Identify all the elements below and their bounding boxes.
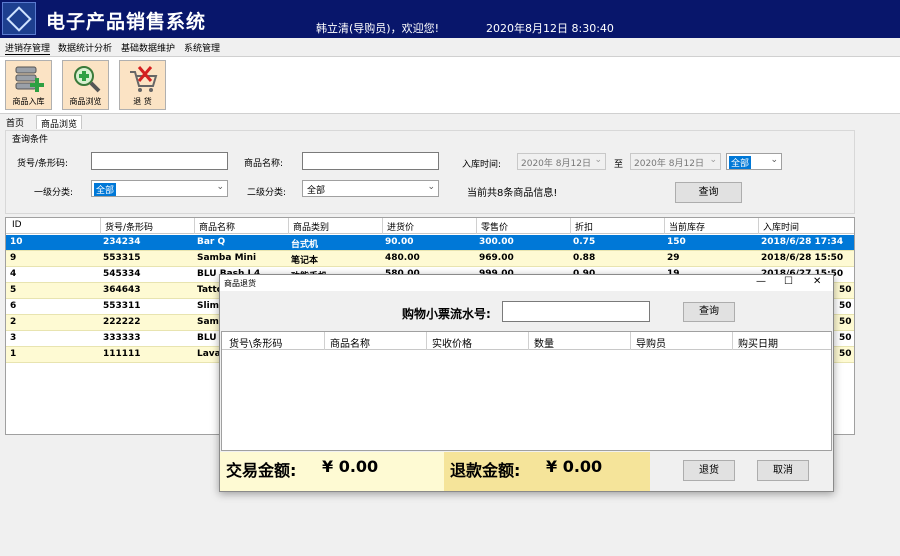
product-browse-icon: [74, 66, 101, 93]
maximize-icon[interactable]: ☐: [784, 276, 793, 287]
return-goods-label: 退 货: [133, 97, 152, 106]
col-salesperson[interactable]: 导购员: [636, 335, 666, 350]
chevron-down-icon: ⌄: [770, 155, 778, 165]
col-price[interactable]: 零售价: [481, 220, 508, 233]
tab-strip: 首页 商品浏览: [0, 115, 900, 130]
col-date[interactable]: 入库时间: [763, 220, 799, 233]
menu-inventory[interactable]: 进销存管理: [5, 41, 51, 55]
current-datetime: 2020年8月12日 8:30:40: [486, 22, 614, 35]
refund-amount-value: ¥ 0.00: [546, 457, 603, 476]
toolbar: 商品入库 商品浏览 退 货: [0, 56, 900, 114]
refund-amount-box: 退款金额: ¥ 0.00: [444, 452, 650, 491]
trade-amount-value: ¥ 0.00: [322, 457, 379, 476]
time-range-value: 全部: [729, 156, 752, 169]
menu-base-data[interactable]: 基础数据维护: [121, 41, 175, 54]
return-button[interactable]: 退货: [683, 460, 735, 481]
product-stock-in-icon: [15, 66, 44, 92]
col-discount[interactable]: 折扣: [575, 220, 593, 233]
col-quantity[interactable]: 数量: [534, 335, 554, 350]
product-count-text: 当前共8条商品信息!: [467, 188, 558, 199]
stock-in-label: 商品入库: [12, 97, 45, 106]
dialog-footer: 交易金额: ¥ 0.00 退款金额: ¥ 0.00 退货 取消: [220, 452, 833, 491]
dialog-title: 商品退货: [224, 279, 256, 288]
table-row[interactable]: 9 553315 Samba Mini 笔记本 480.00 969.00 0.…: [6, 251, 854, 267]
app-logo-icon: [2, 2, 36, 35]
code-input[interactable]: [91, 152, 228, 170]
return-items-grid[interactable]: 货号\条形码 商品名称 实收价格 数量 导购员 购买日期: [221, 331, 832, 451]
category1-select[interactable]: 全部 ⌄: [91, 180, 228, 197]
name-input[interactable]: [302, 152, 439, 170]
date-from-value: 2020年 8月12日: [521, 159, 591, 169]
col-code[interactable]: 货号\条形码: [229, 335, 282, 350]
tab-home[interactable]: 首页: [2, 115, 28, 129]
col-name[interactable]: 商品名称: [330, 335, 370, 350]
col-purchase-date[interactable]: 购买日期: [738, 335, 778, 350]
code-label: 货号/条形码:: [17, 159, 69, 169]
cancel-button[interactable]: 取消: [757, 460, 809, 481]
tab-product-browse[interactable]: 商品浏览: [36, 115, 83, 130]
ticket-number-label: 购物小票流水号:: [402, 307, 491, 321]
col-id[interactable]: ID: [12, 220, 22, 230]
to-label: 至: [614, 160, 624, 170]
category1-value: 全部: [94, 183, 117, 196]
close-icon[interactable]: ✕: [813, 276, 821, 287]
return-goods-button[interactable]: 退 货: [119, 60, 166, 110]
chevron-down-icon: ⌄: [709, 155, 717, 165]
menu-bar: 进销存管理 数据统计分析 基础数据维护 系统管理: [0, 38, 900, 56]
ticket-number-input[interactable]: [502, 301, 650, 322]
app-title: 电子产品销售系统: [46, 11, 207, 33]
welcome-text: 韩立清(导购员)，欢迎您!: [316, 22, 439, 35]
minimize-icon[interactable]: —: [756, 276, 766, 287]
query-button[interactable]: 查询: [675, 182, 742, 203]
date-to-picker[interactable]: 2020年 8月12日 ⌄: [630, 153, 721, 170]
browse-label: 商品浏览: [69, 97, 102, 106]
time-range-select[interactable]: 全部 ⌄: [726, 153, 782, 170]
category1-label: 一级分类:: [34, 188, 74, 198]
category2-select[interactable]: 全部 ⌄: [302, 180, 439, 197]
col-actual-price[interactable]: 实收价格: [432, 335, 472, 350]
query-legend: 查询条件: [12, 135, 49, 145]
app-titlebar: 电子产品销售系统 韩立清(导购员)，欢迎您! 2020年8月12日 8:30:4…: [0, 0, 900, 38]
dialog-query-button[interactable]: 查询: [683, 302, 735, 322]
col-category[interactable]: 商品类别: [293, 220, 329, 233]
category2-value: 全部: [307, 186, 326, 196]
time-label: 入库时间:: [462, 160, 502, 170]
name-label: 商品名称:: [244, 159, 284, 169]
col-name[interactable]: 商品名称: [199, 220, 235, 233]
query-panel: 查询条件 货号/条形码: 商品名称: 入库时间: 2020年 8月12日 ⌄ 至…: [5, 130, 855, 214]
dialog-titlebar: 商品退货 — ☐ ✕: [220, 275, 833, 291]
grid-header: ID 货号/条形码 商品名称 商品类别 进货价 零售价 折扣 当前库存 入库时间: [6, 218, 854, 234]
return-goods-dialog: 商品退货 — ☐ ✕ 购物小票流水号: 查询 货号\条形码 商品名称 实收价格 …: [219, 274, 834, 492]
chevron-down-icon: ⌄: [427, 182, 435, 192]
refund-amount-label: 退款金额:: [450, 461, 521, 480]
date-to-value: 2020年 8月12日: [634, 159, 704, 169]
browse-button[interactable]: 商品浏览: [62, 60, 109, 110]
return-goods-icon: [130, 66, 158, 92]
col-code[interactable]: 货号/条形码: [105, 220, 153, 233]
col-stock[interactable]: 当前库存: [669, 220, 705, 233]
date-from-picker[interactable]: 2020年 8月12日 ⌄: [517, 153, 606, 170]
chevron-down-icon: ⌄: [216, 182, 224, 192]
trade-amount-box: 交易金额: ¥ 0.00: [220, 452, 444, 491]
category2-label: 二级分类:: [247, 188, 287, 198]
return-grid-header: 货号\条形码 商品名称 实收价格 数量 导购员 购买日期: [222, 332, 831, 350]
menu-system[interactable]: 系统管理: [184, 41, 220, 54]
menu-statistics[interactable]: 数据统计分析: [58, 41, 112, 54]
trade-amount-label: 交易金额:: [226, 461, 297, 480]
col-cost[interactable]: 进货价: [387, 220, 414, 233]
table-row[interactable]: 10 234234 Bar Q 台式机 90.00 300.00 0.75 15…: [6, 235, 854, 251]
chevron-down-icon: ⌄: [594, 155, 602, 165]
stock-in-button[interactable]: 商品入库: [5, 60, 52, 110]
